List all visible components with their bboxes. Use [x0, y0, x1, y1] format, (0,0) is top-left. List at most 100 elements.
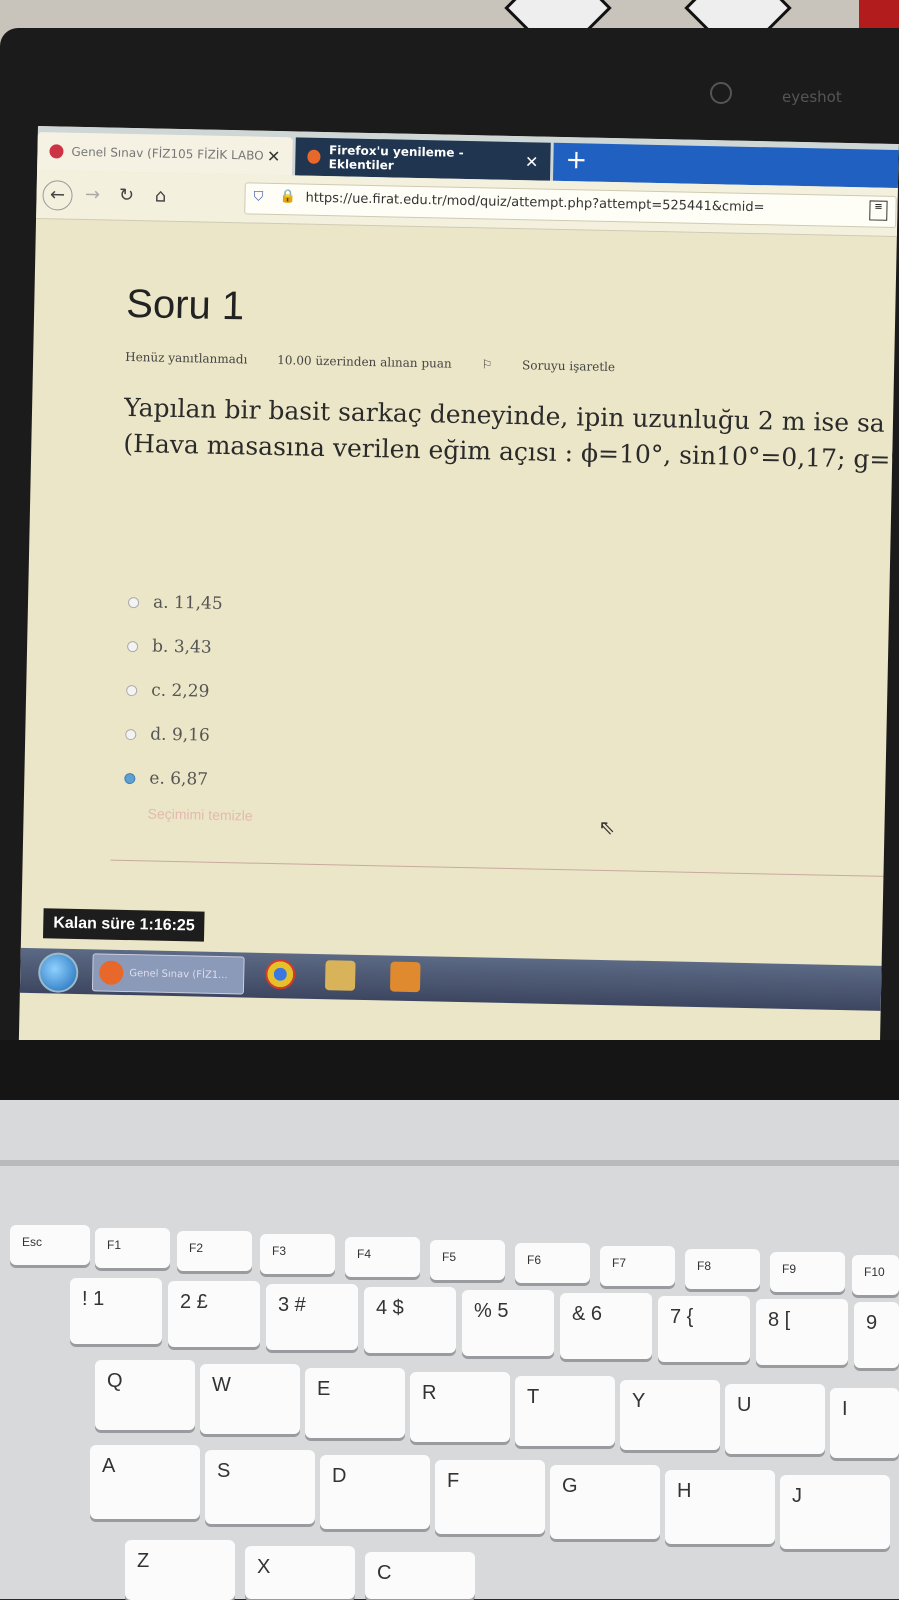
reload-icon[interactable]: ↻: [112, 182, 141, 211]
key-t[interactable]: T: [515, 1376, 615, 1446]
question-meta: Henüz yanıtlanmadı 10.00 üzerinden alına…: [125, 350, 667, 375]
mouse-cursor-icon: ⇖: [598, 814, 616, 840]
chrome-icon[interactable]: [264, 958, 296, 990]
screen: Genel Sınav (FİZ105 FİZİK LABO ✕ Firefox…: [18, 126, 899, 1059]
key-z[interactable]: Z: [125, 1540, 235, 1600]
flag-label: Soruyu işaretle: [521, 358, 616, 375]
answer-label: b. 3,43: [151, 636, 212, 658]
key-f7[interactable]: F7: [600, 1246, 675, 1286]
key-4[interactable]: 4 $: [364, 1287, 456, 1353]
key-2[interactable]: 2 £: [168, 1281, 260, 1347]
answer-option-d[interactable]: d. 9,16: [125, 712, 221, 758]
question-status: Henüz yanıtlanmadı: [125, 349, 248, 367]
key-5[interactable]: % 5: [462, 1290, 554, 1356]
clear-choice-link[interactable]: Seçimimi temizle: [147, 805, 252, 823]
url-bar[interactable]: ⛉ 🔒 https://ue.firat.edu.tr/mod/quiz/att…: [244, 182, 897, 228]
tab-title: Firefox'u yenileme - Eklentiler: [328, 143, 464, 173]
key-9[interactable]: 9: [854, 1302, 899, 1368]
flag-icon: ⚐: [481, 357, 497, 372]
flag-question-link[interactable]: ⚐ Soruyu işaretle: [481, 357, 641, 374]
key-s[interactable]: S: [205, 1450, 315, 1524]
key-h[interactable]: H: [665, 1470, 775, 1544]
key-x[interactable]: X: [245, 1546, 355, 1599]
key-7[interactable]: 7 {: [658, 1296, 750, 1362]
radio-button[interactable]: [126, 684, 138, 696]
key-f8[interactable]: F8: [685, 1249, 760, 1289]
answer-label: d. 9,16: [150, 724, 211, 746]
key-j[interactable]: J: [780, 1475, 890, 1549]
close-icon[interactable]: ✕: [267, 146, 281, 165]
key-a[interactable]: A: [90, 1445, 200, 1519]
taskbar-firefox-button[interactable]: Genel Sınav (FİZ1...: [91, 953, 245, 995]
question-title: Soru 1: [125, 281, 245, 329]
home-icon[interactable]: ⌂: [146, 182, 175, 211]
key-f2[interactable]: F2: [177, 1231, 252, 1271]
key-q[interactable]: Q: [95, 1360, 195, 1430]
key-f9[interactable]: F9: [770, 1252, 845, 1292]
lower-bezel: [0, 1040, 899, 1100]
key-e[interactable]: E: [305, 1368, 405, 1438]
time-remaining: Kalan süre 1:16:25: [42, 908, 206, 942]
key-f6[interactable]: F6: [515, 1243, 590, 1283]
lock-icon[interactable]: 🔒: [279, 189, 295, 204]
key-d[interactable]: D: [320, 1455, 430, 1529]
moodle-favicon-icon: [49, 144, 64, 159]
webcam-icon: [710, 82, 732, 104]
keyboard-deck: Esc F1 F2 F3 F4 F5 F6 F7 F8 F9 F10 ! 1 2…: [0, 1100, 899, 1600]
media-player-icon[interactable]: [389, 961, 421, 993]
reader-view-icon[interactable]: ≡: [869, 200, 888, 221]
close-icon[interactable]: ✕: [525, 152, 539, 171]
start-button[interactable]: [37, 952, 79, 994]
hinge-strip: [0, 1160, 899, 1166]
key-f3[interactable]: F3: [260, 1234, 335, 1274]
key-f10[interactable]: F10: [852, 1255, 899, 1295]
question-points: 10.00 üzerinden alınan puan: [277, 353, 452, 371]
answer-label: e. 6,87: [149, 768, 209, 790]
question-text: Yapılan bir basit sarkaç deneyinde, ipin…: [123, 390, 899, 481]
answer-label: a. 11,45: [152, 592, 223, 614]
answer-option-b[interactable]: b. 3,43: [127, 624, 223, 670]
page-content: Soru 1 Henüz yanıtlanmadı 10.00 üzerinde…: [21, 218, 899, 966]
radio-button[interactable]: [127, 596, 140, 608]
answer-option-e[interactable]: e. 6,87: [124, 756, 220, 802]
key-6[interactable]: & 6: [560, 1293, 652, 1359]
divider: [110, 859, 891, 878]
answer-option-c[interactable]: c. 2,29: [126, 668, 222, 714]
tab-firefox-help[interactable]: Firefox'u yenileme - Eklentiler ✕: [295, 137, 551, 181]
firefox-favicon-icon: [307, 149, 322, 164]
radio-button[interactable]: [125, 728, 137, 740]
radio-button-selected[interactable]: [124, 772, 136, 784]
key-r[interactable]: R: [410, 1372, 510, 1442]
key-y[interactable]: Y: [620, 1380, 720, 1450]
url-text[interactable]: https://ue.firat.edu.tr/mod/quiz/attempt…: [305, 191, 764, 216]
key-1[interactable]: ! 1: [70, 1278, 162, 1344]
key-i[interactable]: I: [830, 1388, 899, 1458]
tab-title: Genel Sınav (FİZ105 FİZİK LABO: [71, 144, 264, 163]
key-f5[interactable]: F5: [430, 1240, 505, 1280]
timer-value: 1:16:25: [139, 916, 195, 935]
shield-icon[interactable]: ⛉: [253, 190, 267, 206]
timer-label: Kalan süre: [53, 914, 136, 934]
back-arrow-icon[interactable]: ←: [42, 180, 73, 211]
key-3[interactable]: 3 #: [266, 1284, 358, 1350]
key-u[interactable]: U: [725, 1384, 825, 1454]
key-f1[interactable]: F1: [95, 1228, 170, 1268]
answer-list: a. 11,45 b. 3,43 c. 2,29 d. 9,16 e. 6,87: [124, 580, 223, 802]
folder-icon[interactable]: [324, 960, 356, 991]
tab-quiz[interactable]: Genel Sınav (FİZ105 FİZİK LABO ✕: [37, 131, 293, 176]
forward-arrow-icon[interactable]: →: [78, 181, 107, 210]
key-8[interactable]: 8 [: [756, 1299, 848, 1365]
answer-label: c. 2,29: [150, 680, 210, 702]
answer-option-a[interactable]: a. 11,45: [127, 580, 224, 626]
new-tab-button[interactable]: +: [565, 143, 588, 177]
key-esc[interactable]: Esc: [10, 1225, 90, 1265]
key-f4[interactable]: F4: [345, 1237, 420, 1277]
taskbar-label: Genel Sınav (FİZ1...: [129, 967, 228, 981]
laptop-brand: eyeshot: [782, 88, 842, 106]
key-g[interactable]: G: [550, 1465, 660, 1539]
key-c[interactable]: C: [365, 1552, 475, 1599]
radio-button[interactable]: [127, 640, 139, 652]
key-f[interactable]: F: [435, 1460, 545, 1534]
key-w[interactable]: W: [200, 1364, 300, 1434]
firefox-icon: [99, 960, 124, 985]
